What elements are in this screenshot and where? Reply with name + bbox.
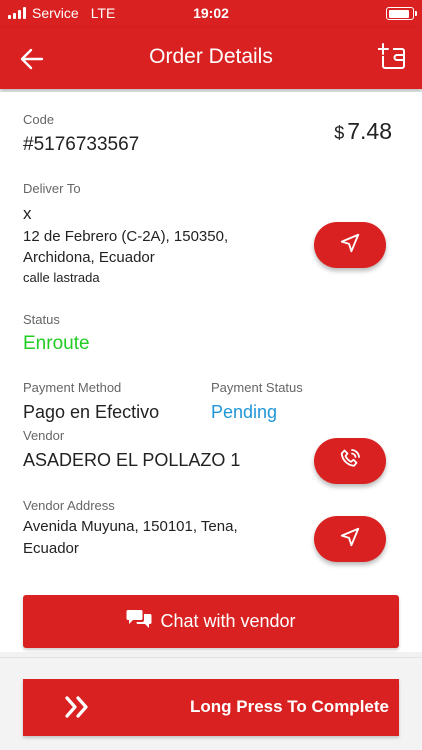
- code-label: Code: [23, 112, 55, 127]
- clock: 19:02: [193, 5, 229, 21]
- navigation-arrow-icon: [339, 526, 361, 553]
- complete-button-label: Long Press To Complete: [190, 697, 389, 716]
- vendor-address-line1: Avenida Muyuna, 150101, Tena,: [23, 518, 238, 535]
- order-status: Enroute: [23, 333, 90, 354]
- payment-method-label: Payment Method: [23, 380, 122, 395]
- bottom-action-bar: Long Press To Complete: [0, 657, 422, 750]
- navigate-to-vendor-button[interactable]: [314, 516, 386, 562]
- vendor-label: Vendor: [23, 428, 65, 443]
- page-title: Order Details: [149, 45, 273, 68]
- payment-status-label: Payment Status: [211, 380, 303, 395]
- status-label: Status: [23, 312, 60, 327]
- order-details-card: Code #5176733567 $7.48 Deliver To x 12 d…: [0, 92, 422, 652]
- add-wallet-icon[interactable]: [377, 42, 406, 70]
- chat-bubbles-icon: [126, 608, 152, 635]
- call-vendor-button[interactable]: [314, 438, 386, 484]
- vendor-name: ASADERO EL POLLAZO 1: [23, 450, 241, 470]
- payment-method: Pago en Efectivo: [23, 402, 160, 422]
- vendor-address-label: Vendor Address: [23, 498, 115, 513]
- order-total: $7.48: [334, 118, 392, 145]
- order-amount: 7.48: [347, 118, 392, 144]
- status-bar: Service LTE 19:02: [0, 0, 422, 28]
- recipient-name: x: [23, 204, 32, 223]
- vendor-address-line2: Ecuador: [23, 540, 79, 557]
- battery-icon: [386, 7, 417, 20]
- phone-call-icon: [338, 447, 362, 476]
- chat-with-vendor-button[interactable]: Chat with vendor: [23, 595, 399, 648]
- double-chevron-right-icon[interactable]: [63, 693, 93, 726]
- delivery-address-line1: 12 de Febrero (C-2A), 150350,: [23, 228, 229, 245]
- order-code: #5176733567: [23, 134, 140, 155]
- app-bar: Order Details: [0, 28, 422, 89]
- deliver-to-label: Deliver To: [23, 181, 81, 196]
- long-press-complete-button[interactable]: Long Press To Complete: [23, 679, 399, 736]
- delivery-address-note: calle lastrada: [23, 270, 100, 285]
- currency-symbol: $: [334, 123, 345, 143]
- navigation-arrow-icon: [339, 232, 361, 259]
- navigate-to-customer-button[interactable]: [314, 222, 386, 268]
- payment-status: Pending: [211, 402, 278, 422]
- delivery-address-line2: Archidona, Ecuador: [23, 249, 155, 266]
- chat-button-label: Chat with vendor: [160, 611, 296, 631]
